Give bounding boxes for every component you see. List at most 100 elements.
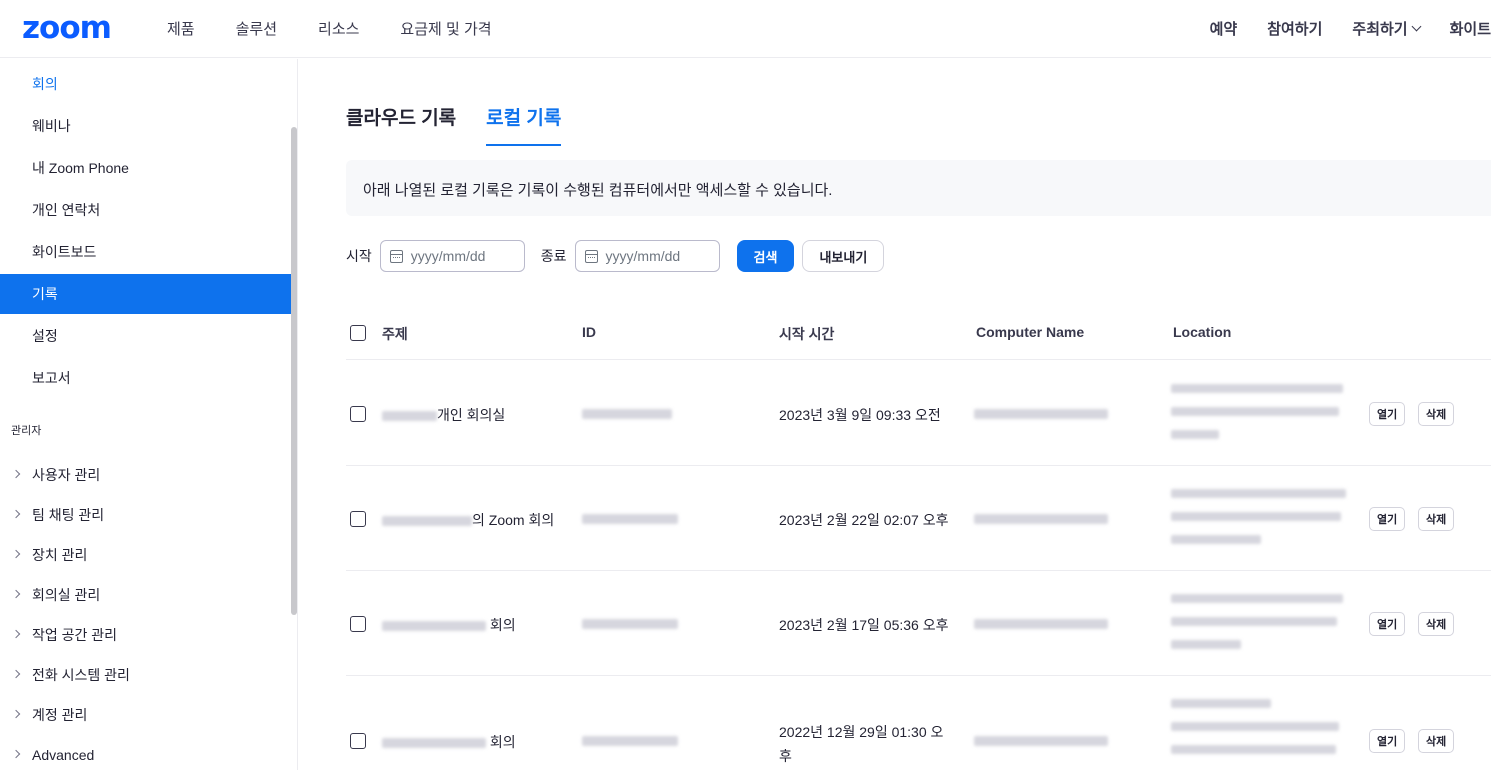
chevron-right-icon: [11, 669, 21, 679]
nav-whiteboard-label: 화이트: [1449, 21, 1491, 38]
row-computer-name: [974, 405, 1108, 421]
nav-resources[interactable]: 리소스: [318, 18, 359, 39]
sidebar-item-device-management[interactable]: 장치 관리: [0, 535, 292, 575]
sidebar-item-label: 계정 관리: [32, 707, 88, 723]
sidebar-item-zoom-phone[interactable]: 내 Zoom Phone: [0, 148, 292, 188]
row-checkbox[interactable]: [350, 511, 366, 527]
tab-cloud-recordings[interactable]: 클라우드 기록: [346, 103, 456, 146]
sidebar-item-label: 장치 관리: [32, 547, 88, 563]
sidebar-item-meetings[interactable]: 회의: [0, 64, 292, 104]
sidebar-item-phone-system[interactable]: 전화 시스템 관리: [0, 655, 292, 695]
sidebar-scrollbar[interactable]: [291, 127, 297, 615]
chevron-down-icon: [1411, 21, 1422, 32]
row-location: [1171, 699, 1339, 768]
sidebar-item-recordings[interactable]: 기록: [0, 274, 292, 314]
tab-local-recordings[interactable]: 로컬 기록: [486, 103, 562, 146]
chevron-right-icon: [11, 509, 21, 519]
search-button[interactable]: 검색: [736, 240, 795, 272]
table-row: 회의 2022년 12월 29일 01:30 오후 열기 삭제: [346, 676, 1491, 770]
sidebar-item-workspace-management[interactable]: 작업 공간 관리: [0, 615, 292, 655]
row-computer-name: [974, 615, 1108, 631]
row-computer-name: [974, 510, 1108, 526]
row-topic-text: 회의: [489, 617, 516, 633]
nav-products[interactable]: 제품: [167, 18, 195, 39]
open-button[interactable]: 열기: [1369, 729, 1406, 753]
chevron-right-icon: [11, 709, 21, 719]
start-date-label: 시작: [346, 248, 372, 264]
redacted-block: [1171, 407, 1339, 416]
recording-tabs: 클라우드 기록 로컬 기록: [346, 103, 591, 146]
row-id: [582, 732, 678, 748]
end-date-input[interactable]: yyyy/mm/dd: [574, 240, 720, 272]
chevron-right-icon: [11, 749, 21, 759]
local-recording-notice: 아래 나열된 로컬 기록은 기록이 수행된 컴퓨터에서만 액세스할 수 있습니다…: [346, 160, 1491, 216]
row-checkbox[interactable]: [350, 616, 366, 632]
row-start-time: 2023년 2월 22일 02:07 오후: [779, 512, 949, 528]
sidebar-item-account-management[interactable]: 계정 관리: [0, 695, 292, 735]
redacted-block: [1171, 535, 1261, 544]
redacted-block: [582, 736, 678, 747]
redacted-block: [1171, 722, 1339, 731]
calendar-icon: [584, 249, 598, 263]
delete-button[interactable]: 삭제: [1418, 612, 1455, 636]
nav-pricing[interactable]: 요금제 및 가격: [400, 18, 491, 39]
redacted-block: [1171, 640, 1241, 649]
row-checkbox[interactable]: [350, 733, 366, 749]
open-button[interactable]: 열기: [1369, 507, 1406, 531]
redacted-block: [582, 619, 678, 630]
redacted-block: [582, 409, 672, 420]
table-row: 회의 2023년 2월 17일 05:36 오후 열기 삭제: [346, 571, 1491, 676]
zoom-logo[interactable]: zoom: [22, 10, 112, 46]
row-location: [1171, 384, 1343, 453]
delete-button[interactable]: 삭제: [1418, 402, 1455, 426]
redacted-block: [1171, 489, 1346, 498]
chevron-right-icon: [11, 469, 21, 479]
header-start-time: 시작 시간: [779, 326, 835, 342]
export-button[interactable]: 내보내기: [802, 240, 885, 272]
sidebar-item-user-management[interactable]: 사용자 관리: [0, 455, 292, 495]
sidebar-item-contacts[interactable]: 개인 연락처: [0, 190, 292, 230]
header-id: ID: [582, 324, 596, 340]
delete-button[interactable]: 삭제: [1418, 507, 1455, 531]
sidebar-item-whiteboards[interactable]: 화이트보드: [0, 232, 292, 272]
row-computer-name: [974, 732, 1108, 748]
calendar-icon: [389, 249, 403, 263]
row-checkbox[interactable]: [350, 406, 366, 422]
nav-schedule[interactable]: 예약: [1210, 18, 1238, 39]
nav-right: 예약 참여하기 주최하기 화이트: [1180, 18, 1491, 39]
redacted-block: [974, 619, 1108, 630]
sidebar: 회의 웨비나 내 Zoom Phone 개인 연락처 화이트보드 기록 설정 보…: [0, 59, 298, 770]
header-computer-name: Computer Name: [976, 324, 1085, 340]
nav-join[interactable]: 참여하기: [1267, 18, 1322, 39]
open-button[interactable]: 열기: [1369, 402, 1406, 426]
delete-button[interactable]: 삭제: [1418, 729, 1455, 753]
end-date-label: 종료: [540, 248, 567, 264]
nav-whiteboard[interactable]: 화이트: [1450, 18, 1491, 39]
sidebar-item-team-chat[interactable]: 팀 채팅 관리: [0, 495, 292, 535]
row-topic: 개인 회의실: [382, 405, 505, 425]
sidebar-item-label: 회의실 관리: [32, 587, 101, 603]
redacted-block: [582, 514, 678, 525]
nav-host[interactable]: 주최하기: [1352, 18, 1422, 39]
sidebar-item-label: 사용자 관리: [32, 467, 101, 483]
redacted-block: [1171, 699, 1271, 708]
select-all-checkbox[interactable]: [350, 325, 366, 341]
sidebar-item-reports[interactable]: 보고서: [0, 358, 292, 398]
nav-join-label: 참여하기: [1267, 21, 1323, 38]
sidebar-item-settings[interactable]: 설정: [0, 316, 292, 356]
nav-schedule-label: 예약: [1209, 21, 1238, 38]
nav-solutions[interactable]: 솔루션: [236, 18, 277, 39]
start-date-placeholder: yyyy/mm/dd: [410, 248, 486, 264]
row-topic: 회의: [382, 732, 516, 752]
start-date-input[interactable]: yyyy/mm/dd: [379, 240, 525, 272]
row-topic: 회의: [382, 615, 516, 635]
sidebar-item-webinars[interactable]: 웨비나: [0, 106, 292, 146]
sidebar-item-advanced[interactable]: Advanced: [0, 735, 292, 770]
table-row: 개인 회의실 2023년 3월 9일 09:33 오전 열기 삭제: [346, 361, 1491, 466]
sidebar-item-label: 팀 채팅 관리: [32, 507, 105, 523]
open-button[interactable]: 열기: [1369, 612, 1406, 636]
sidebar-item-room-management[interactable]: 회의실 관리: [0, 575, 292, 615]
nav-left: 제품 솔루션 리소스 요금제 및 가격: [167, 18, 533, 39]
redacted-block: [974, 514, 1108, 525]
row-id: [582, 510, 678, 526]
